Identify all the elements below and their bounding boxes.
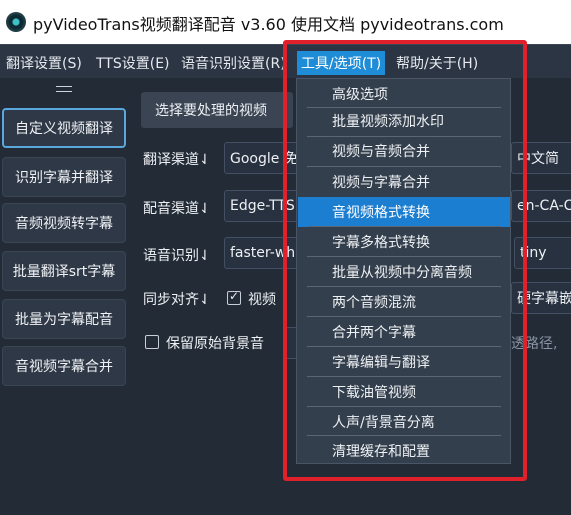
menu-item-clear-cache[interactable]: 清理缓存和配置 [298,436,510,466]
model-select[interactable]: tiny [514,237,571,269]
menu-item-video-audio-merge[interactable]: 视频与音频合并 [298,136,510,166]
video-checkbox[interactable] [227,289,241,305]
target-language-select[interactable]: 中文简 [511,142,571,174]
menu-separator [307,406,501,407]
dub-channel-label: 配音渠道⇃ [143,201,211,217]
menu-separator [307,376,501,377]
menu-separator [307,166,501,167]
dub-channel-select[interactable]: Edge-TTS [224,190,304,222]
menu-item-vocal-separation[interactable]: 人声/背景音分离 [298,407,510,437]
menu-translate-settings[interactable]: 翻译设置(S) [6,53,82,73]
sidebar-item-recognize-and-translate[interactable]: 识别字幕并翻译 [2,157,126,197]
menu-separator [307,226,501,227]
speech-recognition-select[interactable]: faster-wh [224,237,304,269]
tools-dropdown-menu: 高级选项 批量视频添加水印 视频与音频合并 视频与字幕合并 音视频格式转换 字幕… [296,78,511,464]
choose-video-button[interactable]: 选择要处理的视频 [141,92,293,128]
menu-item-mix-two-audios[interactable]: 两个音频混流 [298,287,510,317]
menu-separator [307,435,501,436]
voice-role-select[interactable]: en-CA-C [511,190,571,222]
menu-item-subtitle-edit-translate[interactable]: 字幕编辑与翻译 [298,347,510,377]
translate-channel-label: 翻译渠道⇃ [143,152,211,168]
menu-separator [307,256,501,257]
subtitle-embed-select[interactable]: 硬字幕嵌 [511,282,571,314]
sidebar-item-batch-translate-srt[interactable]: 批量翻译srt字幕 [2,251,126,291]
menu-separator [307,286,501,287]
menu-separator [307,346,501,347]
menu-item-av-format-convert[interactable]: 音视频格式转换 [298,197,510,227]
menu-bar: 翻译设置(S) TTS设置(E) 语音识别设置(R) 工具/选项(T) 帮助/关… [0,44,571,78]
sidebar-item-batch-dub-subtitles[interactable]: 批量为字幕配音 [2,299,126,339]
sidebar-item-av-subtitle-merge[interactable]: 音视频字幕合并 [2,346,126,386]
keep-background-label: 保留原始背景音 [166,336,264,352]
menu-item-subtitle-format-convert[interactable]: 字幕多格式转换 [298,227,510,257]
app-logo-icon [6,12,26,32]
sidebar-toggle-icon[interactable] [56,86,72,92]
menu-item-download-youtube[interactable]: 下载油管视频 [298,377,510,407]
title-bar: pyVideoTrans视频翻译配音 v3.60 使用文档 pyvideotra… [0,0,571,44]
menu-help-about[interactable]: 帮助/关于(H) [396,53,478,73]
path-input-placeholder: 透路径, [511,336,558,352]
menu-tools-options[interactable]: 工具/选项(T) [297,51,386,75]
sidebar-item-av-to-subtitle[interactable]: 音频视频转字幕 [2,203,126,243]
menu-item-video-subtitle-merge[interactable]: 视频与字幕合并 [298,167,510,197]
speech-recognition-label: 语音识别⇃ [143,248,211,264]
keep-background-checkbox[interactable] [145,335,159,349]
menu-item-batch-extract-audio[interactable]: 批量从视频中分离音频 [298,257,510,287]
menu-tts-settings[interactable]: TTS设置(E) [96,53,170,73]
menu-asr-settings[interactable]: 语音识别设置(R) [181,53,286,73]
video-checkbox-label: 视频 [248,292,276,308]
menu-item-advanced-options[interactable]: 高级选项 [298,79,510,109]
menu-separator [307,316,501,317]
window-title: pyVideoTrans视频翻译配音 v3.60 使用文档 pyvideotra… [33,15,504,34]
translate-channel-select[interactable]: Google 免 [224,142,304,174]
menu-item-batch-watermark[interactable]: 批量视频添加水印 [298,106,510,136]
menu-separator [307,136,501,137]
menu-item-merge-two-subtitles[interactable]: 合并两个字幕 [298,317,510,347]
sidebar-item-custom-video-translate[interactable]: 自定义视频翻译 [2,108,126,148]
sync-align-label: 同步对齐⇃ [143,292,211,308]
